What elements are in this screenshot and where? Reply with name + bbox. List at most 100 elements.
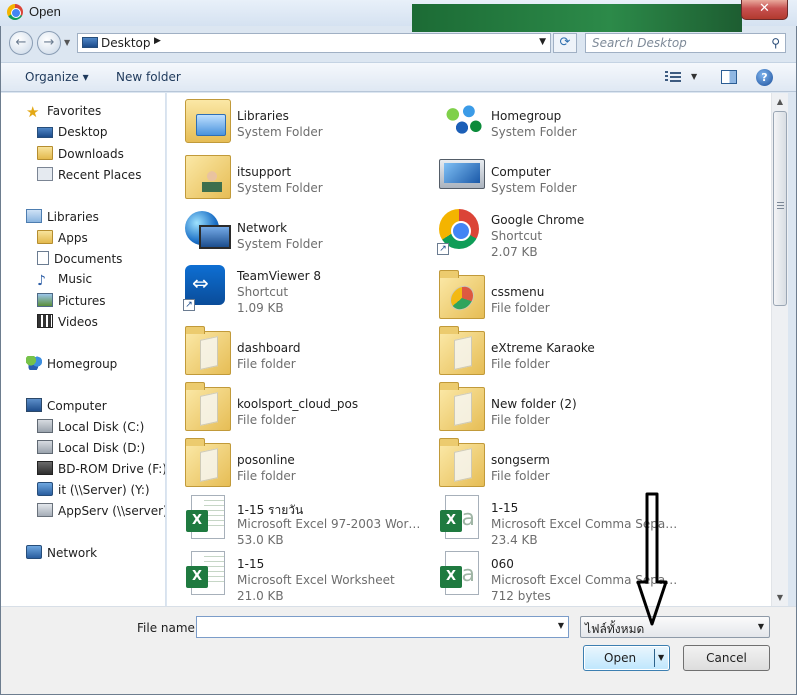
folder-icon [439, 382, 485, 431]
address-bar[interactable]: Desktop ▶ ▼ [77, 33, 551, 53]
scrollbar-thumb[interactable] [773, 111, 787, 306]
help-icon[interactable]: ? [756, 69, 773, 86]
excel-icon [186, 495, 225, 539]
nav-desktop[interactable]: Desktop [37, 125, 108, 139]
folder-icon [185, 382, 231, 431]
nav-bd-rom-drive[interactable]: BD-ROM Drive (F:) P [37, 461, 165, 476]
file-item-homegroup[interactable]: Homegroup System Folder [421, 93, 671, 145]
recent-locations-dropdown-icon[interactable]: ▼ [64, 38, 70, 47]
file-item-itsupport[interactable]: itsupport System Folder [167, 149, 417, 201]
file-item-posonline[interactable]: posonline File folder [167, 437, 417, 489]
local-disk-icon [37, 440, 53, 454]
new-folder-button[interactable]: New folder [116, 70, 181, 84]
videos-icon [37, 314, 53, 328]
file-item-libraries[interactable]: Libraries System Folder [167, 93, 417, 145]
file-item-1-15-xlsx[interactable]: 1-15 Microsoft Excel Worksheet 21.0 KB [167, 541, 417, 605]
address-dropdown-icon[interactable]: ▼ [539, 37, 546, 47]
folder-icon [37, 230, 53, 244]
annotation-arrow-icon [636, 492, 668, 626]
open-options-dropdown-icon[interactable]: ▼ [658, 653, 664, 662]
file-item-network[interactable]: Network System Folder [167, 205, 417, 257]
scroll-down-icon[interactable]: ▼ [772, 589, 788, 606]
nav-libraries[interactable]: Libraries [26, 209, 99, 224]
excel-csv-icon [440, 551, 479, 595]
nav-documents[interactable]: Documents [37, 251, 122, 266]
change-view-icon[interactable] [665, 70, 681, 84]
libraries-icon [26, 209, 42, 223]
nav-favorites[interactable]: ★ Favorites [26, 104, 101, 120]
breadcrumb-chevron-icon[interactable]: ▶ [154, 36, 161, 46]
filter-dropdown-icon[interactable]: ▼ [758, 622, 764, 631]
file-item-new-folder-2[interactable]: New folder (2) File folder [421, 381, 671, 433]
nav-appserv-drive[interactable]: AppServ (\\server) (Z [37, 503, 165, 518]
shortcut-arrow-icon: ↗ [183, 299, 195, 311]
nav-homegroup[interactable]: Homegroup [26, 356, 117, 371]
nav-computer[interactable]: Computer [26, 398, 107, 413]
file-item-cssmenu[interactable]: cssmenu File folder [421, 269, 671, 321]
view-dropdown-icon[interactable]: ▼ [691, 72, 697, 81]
desktop-icon [37, 127, 53, 138]
folder-icon [439, 326, 485, 375]
scroll-up-icon[interactable]: ▲ [772, 93, 788, 110]
close-button[interactable]: ✕ [741, 0, 788, 20]
search-box[interactable]: ⚲ [585, 33, 786, 53]
excel-icon [186, 551, 225, 595]
file-name-dropdown-icon[interactable]: ▼ [558, 621, 564, 630]
network-icon [185, 211, 231, 249]
preview-pane-icon[interactable] [721, 70, 737, 84]
folder-icon [185, 438, 231, 487]
music-icon: ♪ [37, 273, 46, 289]
nav-it-server-drive[interactable]: it (\\Server) (Y:) [37, 482, 150, 497]
nav-network[interactable]: Network [26, 545, 97, 560]
nav-downloads[interactable]: Downloads [37, 146, 124, 161]
search-icon[interactable]: ⚲ [771, 36, 780, 50]
nav-apps[interactable]: Apps [37, 230, 88, 245]
back-arrow-icon: ← [15, 35, 27, 50]
nav-local-disk-c[interactable]: Local Disk (C:) [37, 419, 144, 434]
refresh-icon: ⟳ [559, 35, 571, 50]
nav-pictures[interactable]: Pictures [37, 293, 106, 308]
nav-videos[interactable]: Videos [37, 314, 98, 329]
network-icon [26, 545, 42, 559]
file-item-1-15-daily-xls[interactable]: 1-15 รายวัน Microsoft Excel 97-2003 Work… [167, 485, 427, 549]
search-input[interactable] [592, 36, 760, 50]
network-drive-disconnected-icon [37, 503, 53, 517]
file-item-songserm[interactable]: songserm File folder [421, 437, 671, 489]
open-button-split [654, 649, 655, 667]
refresh-button[interactable]: ⟳ [553, 33, 577, 53]
vertical-scrollbar[interactable]: ▲ ▼ [771, 93, 788, 606]
nav-music[interactable]: ♪ Music [37, 272, 92, 289]
navigation-pane: ★ Favorites Desktop Downloads Recent Plac… [1, 93, 166, 606]
documents-icon [37, 251, 49, 265]
open-button[interactable]: Open ▼ [583, 645, 670, 671]
file-item-computer[interactable]: Computer System Folder [421, 149, 671, 201]
file-name-label: File name: [137, 621, 199, 635]
libraries-icon [185, 99, 231, 143]
file-item-google-chrome[interactable]: ↗ Google Chrome Shortcut 2.07 KB [421, 197, 671, 261]
computer-icon [439, 159, 485, 189]
organize-button[interactable]: Organize ▾ [25, 70, 89, 84]
file-item-teamviewer[interactable]: ↗ TeamViewer 8 Shortcut 1.09 KB [167, 253, 417, 317]
nav-recent-places[interactable]: Recent Places [37, 167, 141, 182]
downloads-folder-icon [37, 146, 53, 160]
background-window-strip [412, 4, 742, 32]
homegroup-icon [26, 356, 42, 370]
excel-csv-icon [440, 495, 479, 539]
file-name-combobox[interactable]: ▼ [196, 616, 569, 638]
back-button[interactable]: ← [9, 31, 33, 55]
forward-button[interactable]: → [37, 31, 61, 55]
folder-icon [185, 326, 231, 375]
file-item-koolsport-cloud-pos[interactable]: koolsport_cloud_pos File folder [167, 381, 417, 433]
chrome-app-icon [7, 4, 23, 20]
computer-icon [26, 398, 42, 412]
forward-arrow-icon: → [43, 35, 55, 50]
user-folder-icon [185, 155, 231, 199]
address-location[interactable]: Desktop [101, 36, 151, 50]
file-item-extreme-karaoke[interactable]: eXtreme Karaoke File folder [421, 325, 671, 377]
file-name-input[interactable] [200, 618, 550, 636]
file-item-dashboard[interactable]: dashboard File folder [167, 325, 417, 377]
nav-local-disk-d[interactable]: Local Disk (D:) [37, 440, 145, 455]
window-title: Open [29, 4, 61, 19]
cancel-button[interactable]: Cancel [683, 645, 770, 671]
file-list: Libraries System Folder Homegroup System… [167, 93, 771, 606]
